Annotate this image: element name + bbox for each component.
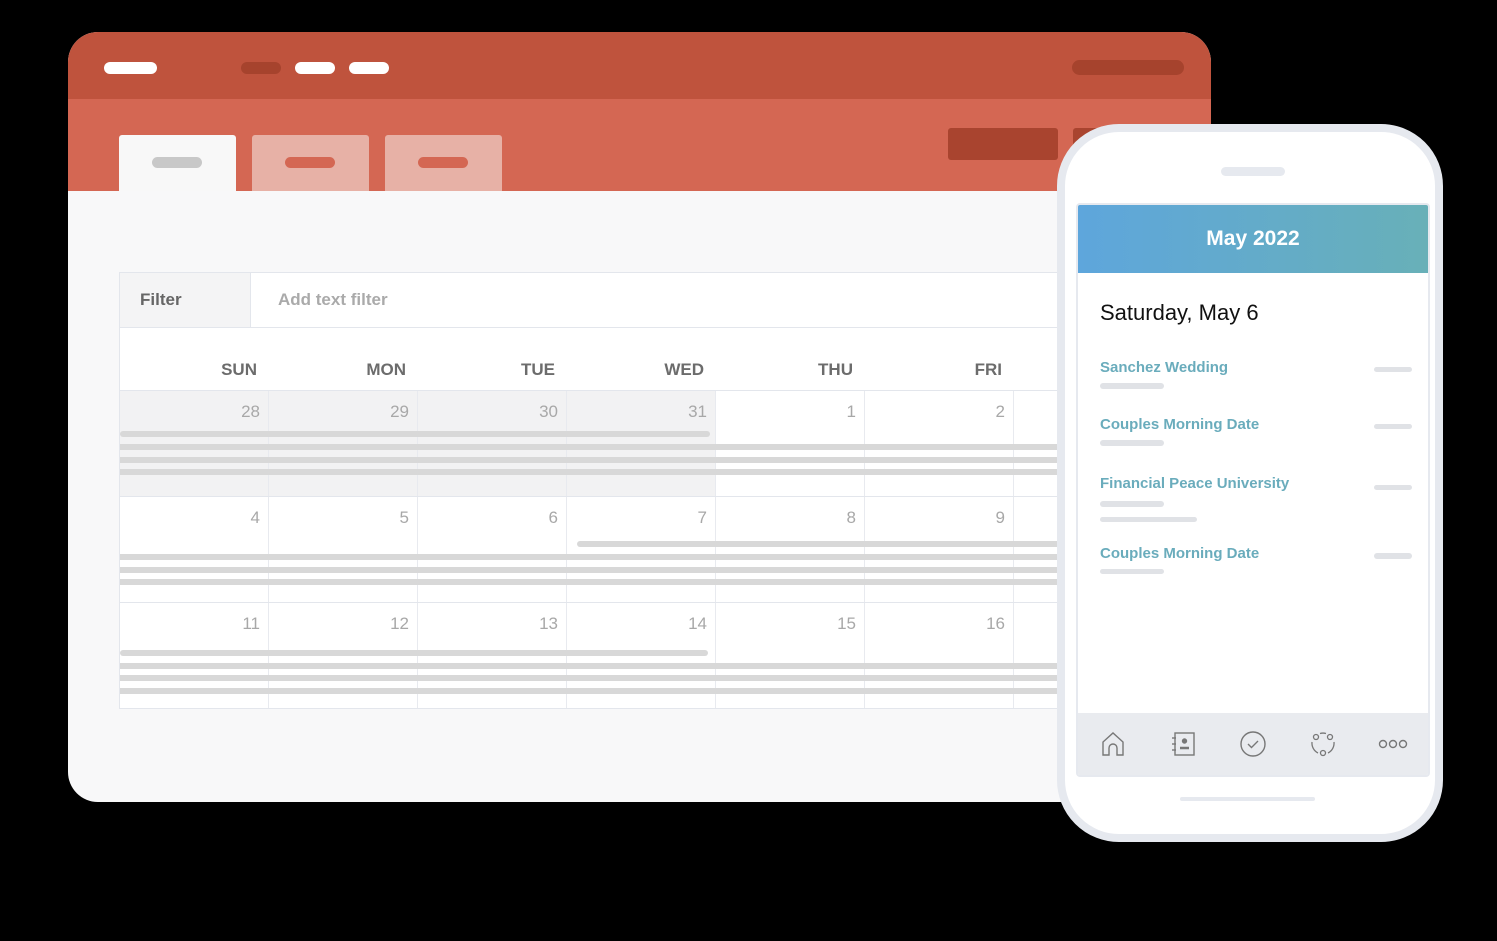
week-row: 28 29 30 31 1 2 <box>120 391 1120 497</box>
tab-label-placeholder <box>418 157 468 168</box>
event-list-item[interactable]: Couples Morning Date <box>1078 402 1428 459</box>
event-list-item[interactable]: Couples Morning Date <box>1078 531 1428 588</box>
event-bar[interactable] <box>120 675 1120 681</box>
check-circle-icon[interactable] <box>1238 729 1268 759</box>
weekday-label: WED <box>664 360 704 379</box>
groups-icon[interactable] <box>1308 729 1338 759</box>
filter-label: Filter <box>120 273 251 327</box>
day-cell[interactable]: 7 <box>567 497 716 602</box>
tab-active[interactable] <box>119 135 236 191</box>
logo-placeholder <box>104 62 157 74</box>
phone-speaker <box>1221 167 1285 176</box>
filter-input[interactable] <box>251 273 1120 327</box>
event-time-placeholder <box>1374 367 1412 372</box>
weekday-label: TUE <box>521 360 555 379</box>
event-bar[interactable] <box>120 554 1120 560</box>
home-icon[interactable] <box>1098 729 1128 759</box>
weekday-label: FRI <box>974 360 1002 379</box>
week-row: 11 12 13 14 15 16 <box>120 603 1120 708</box>
directory-icon[interactable] <box>1168 729 1198 759</box>
desktop-window: Filter SUN MON TUE WED THU FRI 28 29 30 … <box>68 32 1211 802</box>
event-time-placeholder <box>1374 424 1412 429</box>
weekday-header: SUN MON TUE WED THU FRI <box>120 328 1120 391</box>
month-header: May 2022 <box>1078 205 1428 273</box>
event-bar[interactable] <box>120 457 1120 463</box>
event-list-item[interactable]: Financial Peace University <box>1078 459 1428 531</box>
tab[interactable] <box>252 135 369 191</box>
weekday-label: THU <box>818 360 853 379</box>
event-meta-placeholder <box>1100 440 1164 446</box>
mobile-phone: May 2022 Saturday, May 6 Sanchez Wedding… <box>1057 124 1443 842</box>
event-bar[interactable] <box>577 541 1120 547</box>
event-bar[interactable] <box>120 469 1120 475</box>
event-meta-placeholder <box>1100 517 1197 522</box>
phone-screen: May 2022 Saturday, May 6 Sanchez Wedding… <box>1076 203 1430 777</box>
home-indicator <box>1180 797 1315 801</box>
week-row: 4 5 6 7 8 9 <box>120 497 1120 603</box>
nav-item-active[interactable] <box>241 62 281 74</box>
event-time-placeholder <box>1374 485 1412 490</box>
top-nav-bar <box>68 32 1211 99</box>
calendar-grid: Filter SUN MON TUE WED THU FRI 28 29 30 … <box>119 272 1121 709</box>
day-cell[interactable]: 5 <box>269 497 418 602</box>
day-cell[interactable]: 6 <box>418 497 567 602</box>
nav-item[interactable] <box>295 62 335 74</box>
bottom-nav <box>1078 713 1428 775</box>
event-bar[interactable] <box>120 688 1120 694</box>
event-list-item[interactable]: Sanchez Wedding <box>1078 345 1428 402</box>
event-time-placeholder <box>1374 553 1412 559</box>
event-meta-placeholder <box>1100 383 1164 389</box>
event-bar[interactable] <box>120 579 1120 585</box>
event-bar[interactable] <box>120 444 1120 450</box>
event-bar[interactable] <box>120 431 710 437</box>
filter-row: Filter <box>120 273 1120 328</box>
selected-date-title: Saturday, May 6 <box>1100 300 1259 325</box>
toolbar-button[interactable] <box>948 128 1058 160</box>
weekday-label: MON <box>366 360 406 379</box>
event-bar[interactable] <box>120 663 1120 669</box>
nav-item[interactable] <box>349 62 389 74</box>
tab[interactable] <box>385 135 502 191</box>
event-bar[interactable] <box>120 567 1120 573</box>
event-meta-placeholder <box>1100 569 1164 574</box>
user-menu-placeholder[interactable] <box>1072 60 1184 75</box>
day-cell[interactable]: 8 <box>716 497 865 602</box>
weekday-label: SUN <box>221 360 257 379</box>
event-bar[interactable] <box>120 650 708 656</box>
tab-label-placeholder <box>152 157 202 168</box>
event-meta-placeholder <box>1100 501 1164 507</box>
day-cell[interactable]: 9 <box>865 497 1014 602</box>
tab-label-placeholder <box>285 157 335 168</box>
day-cell[interactable]: 4 <box>120 497 269 602</box>
more-icon[interactable] <box>1378 729 1408 759</box>
